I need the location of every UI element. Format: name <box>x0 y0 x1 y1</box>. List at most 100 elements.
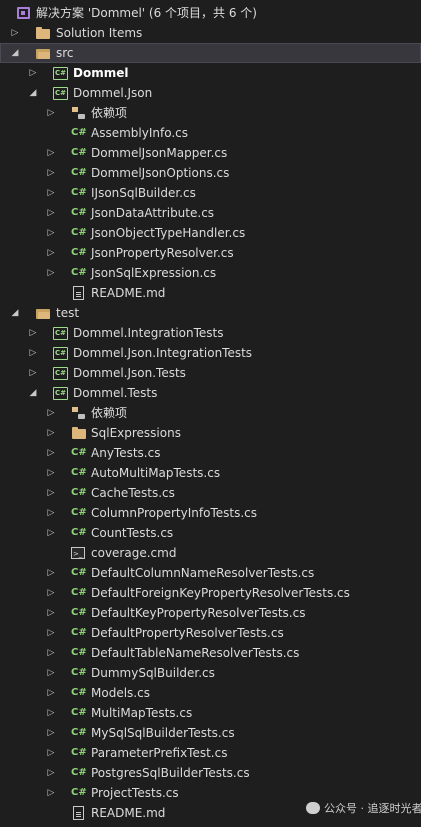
tree-item-label: DommelJsonOptions.cs <box>91 166 230 180</box>
collapsed-arrow-icon[interactable]: ▷ <box>46 223 56 243</box>
collapsed-arrow-icon[interactable]: ▷ <box>46 423 56 443</box>
tree-item-file[interactable]: ▷ C# DefaultPropertyResolverTests.cs <box>0 623 421 643</box>
collapsed-arrow-icon[interactable]: ▷ <box>46 623 56 643</box>
tree-item-file[interactable]: ▷ C# DefaultForeignKeyPropertyResolverTe… <box>0 583 421 603</box>
collapsed-arrow-icon[interactable]: ▷ <box>46 403 56 423</box>
collapsed-arrow-icon[interactable]: ▷ <box>46 443 56 463</box>
tree-item-label: ParameterPrefixTest.cs <box>91 746 228 760</box>
collapsed-arrow-icon[interactable]: ▷ <box>46 583 56 603</box>
tree-item-file[interactable]: ▷ C# DommelJsonOptions.cs <box>0 163 421 183</box>
tree-item-label: ProjectTests.cs <box>91 786 179 800</box>
collapsed-arrow-icon[interactable]: ▷ <box>28 363 38 383</box>
tree-item-project[interactable]: ◢ C# Dommel.Tests <box>0 383 421 403</box>
tree-item-file[interactable]: ▷ C# JsonDataAttribute.cs <box>0 203 421 223</box>
tree-item-file[interactable]: ▷ C# DummySqlBuilder.cs <box>0 663 421 683</box>
tree-item-file[interactable]: ▷ C# DefaultTableNameResolverTests.cs <box>0 643 421 663</box>
tree-item-dependencies[interactable]: ▷ 依赖项 <box>0 403 421 423</box>
tree-item-file[interactable]: ▷ C# CacheTests.cs <box>0 483 421 503</box>
tree-item-label: ColumnPropertyInfoTests.cs <box>91 506 257 520</box>
collapsed-arrow-icon[interactable]: ▷ <box>46 183 56 203</box>
expanded-arrow-icon[interactable]: ◢ <box>10 303 20 323</box>
csharp-file-icon: C# <box>71 747 87 758</box>
tree-item-label: test <box>56 306 80 320</box>
expanded-arrow-icon[interactable]: ◢ <box>28 383 38 403</box>
collapsed-arrow-icon[interactable]: ▷ <box>46 763 56 783</box>
tree-item-label: DefaultKeyPropertyResolverTests.cs <box>91 606 306 620</box>
collapsed-arrow-icon[interactable]: ▷ <box>46 243 56 263</box>
project-icon-glyph: C# <box>55 69 67 77</box>
test-project-icon: C# <box>53 387 68 400</box>
tree-item-project[interactable]: ▷ C# Dommel.IntegrationTests <box>0 323 421 343</box>
collapsed-arrow-icon[interactable]: ▷ <box>46 663 56 683</box>
collapsed-arrow-icon[interactable]: ▷ <box>46 143 56 163</box>
tree-item-label: JsonPropertyResolver.cs <box>91 246 234 260</box>
collapsed-arrow-icon[interactable]: ▷ <box>46 483 56 503</box>
collapsed-arrow-icon[interactable]: ▷ <box>46 683 56 703</box>
tree-item-label: MySqlSqlBuilderTests.cs <box>91 726 235 740</box>
collapsed-arrow-icon[interactable]: ▷ <box>46 743 56 763</box>
collapsed-arrow-icon[interactable]: ▷ <box>46 203 56 223</box>
tree-item-project-dommel[interactable]: ▷ C# Dommel <box>0 63 421 83</box>
tree-item-project[interactable]: ▷ C# Dommel.Json.Tests <box>0 363 421 383</box>
tree-item-test[interactable]: ◢ test <box>0 303 421 323</box>
tree-item-file[interactable]: ▷ C# PostgresSqlBuilderTests.cs <box>0 763 421 783</box>
csharp-file-icon: C# <box>71 127 87 138</box>
collapsed-arrow-icon[interactable]: ▷ <box>46 163 56 183</box>
collapsed-arrow-icon[interactable]: ▷ <box>46 263 56 283</box>
tree-item-src[interactable]: ◢ src <box>0 43 421 63</box>
tree-item-label: IJsonSqlBuilder.cs <box>91 186 196 200</box>
tree-item-label: Dommel.Json.IntegrationTests <box>73 346 253 360</box>
tree-item-file[interactable]: ▷ C# ParameterPrefixTest.cs <box>0 743 421 763</box>
csharp-file-icon: C# <box>71 267 87 278</box>
tree-item-file[interactable]: ▷ C# Models.cs <box>0 683 421 703</box>
tree-item-label: Dommel.IntegrationTests <box>73 326 224 340</box>
collapsed-arrow-icon[interactable]: ▷ <box>46 783 56 803</box>
tree-item-file[interactable]: ▷ C# DommelJsonMapper.cs <box>0 143 421 163</box>
csharp-file-icon: C# <box>71 187 87 198</box>
tree-item-file[interactable]: ▷ C# CountTests.cs <box>0 523 421 543</box>
collapsed-arrow-icon[interactable]: ▷ <box>46 463 56 483</box>
expanded-arrow-icon[interactable]: ◢ <box>10 43 20 63</box>
solution-root[interactable]: 解决方案 'Dommel' (6 个项目，共 6 个) <box>0 3 421 23</box>
collapsed-arrow-icon[interactable]: ▷ <box>28 63 38 83</box>
collapsed-arrow-icon[interactable]: ▷ <box>46 703 56 723</box>
collapsed-arrow-icon[interactable]: ▷ <box>28 343 38 363</box>
collapsed-arrow-icon[interactable]: ▷ <box>46 723 56 743</box>
project-icon-glyph: C# <box>55 369 67 377</box>
tree-item-file[interactable]: ▷ C# DefaultColumnNameResolverTests.cs <box>0 563 421 583</box>
collapsed-arrow-icon[interactable]: ▷ <box>10 23 20 43</box>
csharp-file-icon: C# <box>71 247 87 258</box>
collapsed-arrow-icon[interactable]: ▷ <box>28 323 38 343</box>
tree-item-label: PostgresSqlBuilderTests.cs <box>91 766 250 780</box>
csharp-file-icon: C# <box>71 507 87 518</box>
tree-item-project-dommel-json[interactable]: ◢ C# Dommel.Json <box>0 83 421 103</box>
tree-item-file[interactable]: ▷ C# DefaultKeyPropertyResolverTests.cs <box>0 603 421 623</box>
tree-item-file[interactable]: ▷ C# MySqlSqlBuilderTests.cs <box>0 723 421 743</box>
tree-item-file[interactable]: C# AssemblyInfo.cs <box>0 123 421 143</box>
expanded-arrow-icon[interactable]: ◢ <box>28 83 38 103</box>
tree-item-file[interactable]: ▷ C# AnyTests.cs <box>0 443 421 463</box>
tree-item-file[interactable]: ▷ C# ColumnPropertyInfoTests.cs <box>0 503 421 523</box>
tree-item-file[interactable]: coverage.cmd <box>0 543 421 564</box>
tree-item-label: Solution Items <box>56 26 143 40</box>
tree-item-solution-items[interactable]: ▷ Solution Items <box>0 23 421 43</box>
collapsed-arrow-icon[interactable]: ▷ <box>46 643 56 663</box>
collapsed-arrow-icon[interactable]: ▷ <box>46 503 56 523</box>
tree-item-file[interactable]: ▷ C# IJsonSqlBuilder.cs <box>0 183 421 203</box>
tree-item-file[interactable]: README.md <box>0 283 421 303</box>
collapsed-arrow-icon[interactable]: ▷ <box>46 563 56 583</box>
collapsed-arrow-icon[interactable]: ▷ <box>46 523 56 543</box>
tree-item-file[interactable]: ▷ C# JsonObjectTypeHandler.cs <box>0 223 421 243</box>
tree-item-dependencies[interactable]: ▷ 依赖项 <box>0 103 421 123</box>
watermark: 公众号 · 追逐时光者 <box>306 800 421 816</box>
tree-item-file[interactable]: ▷ C# JsonPropertyResolver.cs <box>0 243 421 263</box>
collapsed-arrow-icon[interactable]: ▷ <box>46 103 56 123</box>
collapsed-arrow-icon[interactable]: ▷ <box>46 603 56 623</box>
folder-open-icon <box>35 305 51 321</box>
tree-item-file[interactable]: ▷ C# AutoMultiMapTests.cs <box>0 463 421 483</box>
document-icon <box>73 286 84 300</box>
tree-item-file[interactable]: ▷ C# MultiMapTests.cs <box>0 703 421 723</box>
tree-item-project[interactable]: ▷ C# Dommel.Json.IntegrationTests <box>0 343 421 363</box>
tree-item-folder[interactable]: ▷ SqlExpressions <box>0 423 421 443</box>
tree-item-file[interactable]: ▷ C# JsonSqlExpression.cs <box>0 263 421 283</box>
